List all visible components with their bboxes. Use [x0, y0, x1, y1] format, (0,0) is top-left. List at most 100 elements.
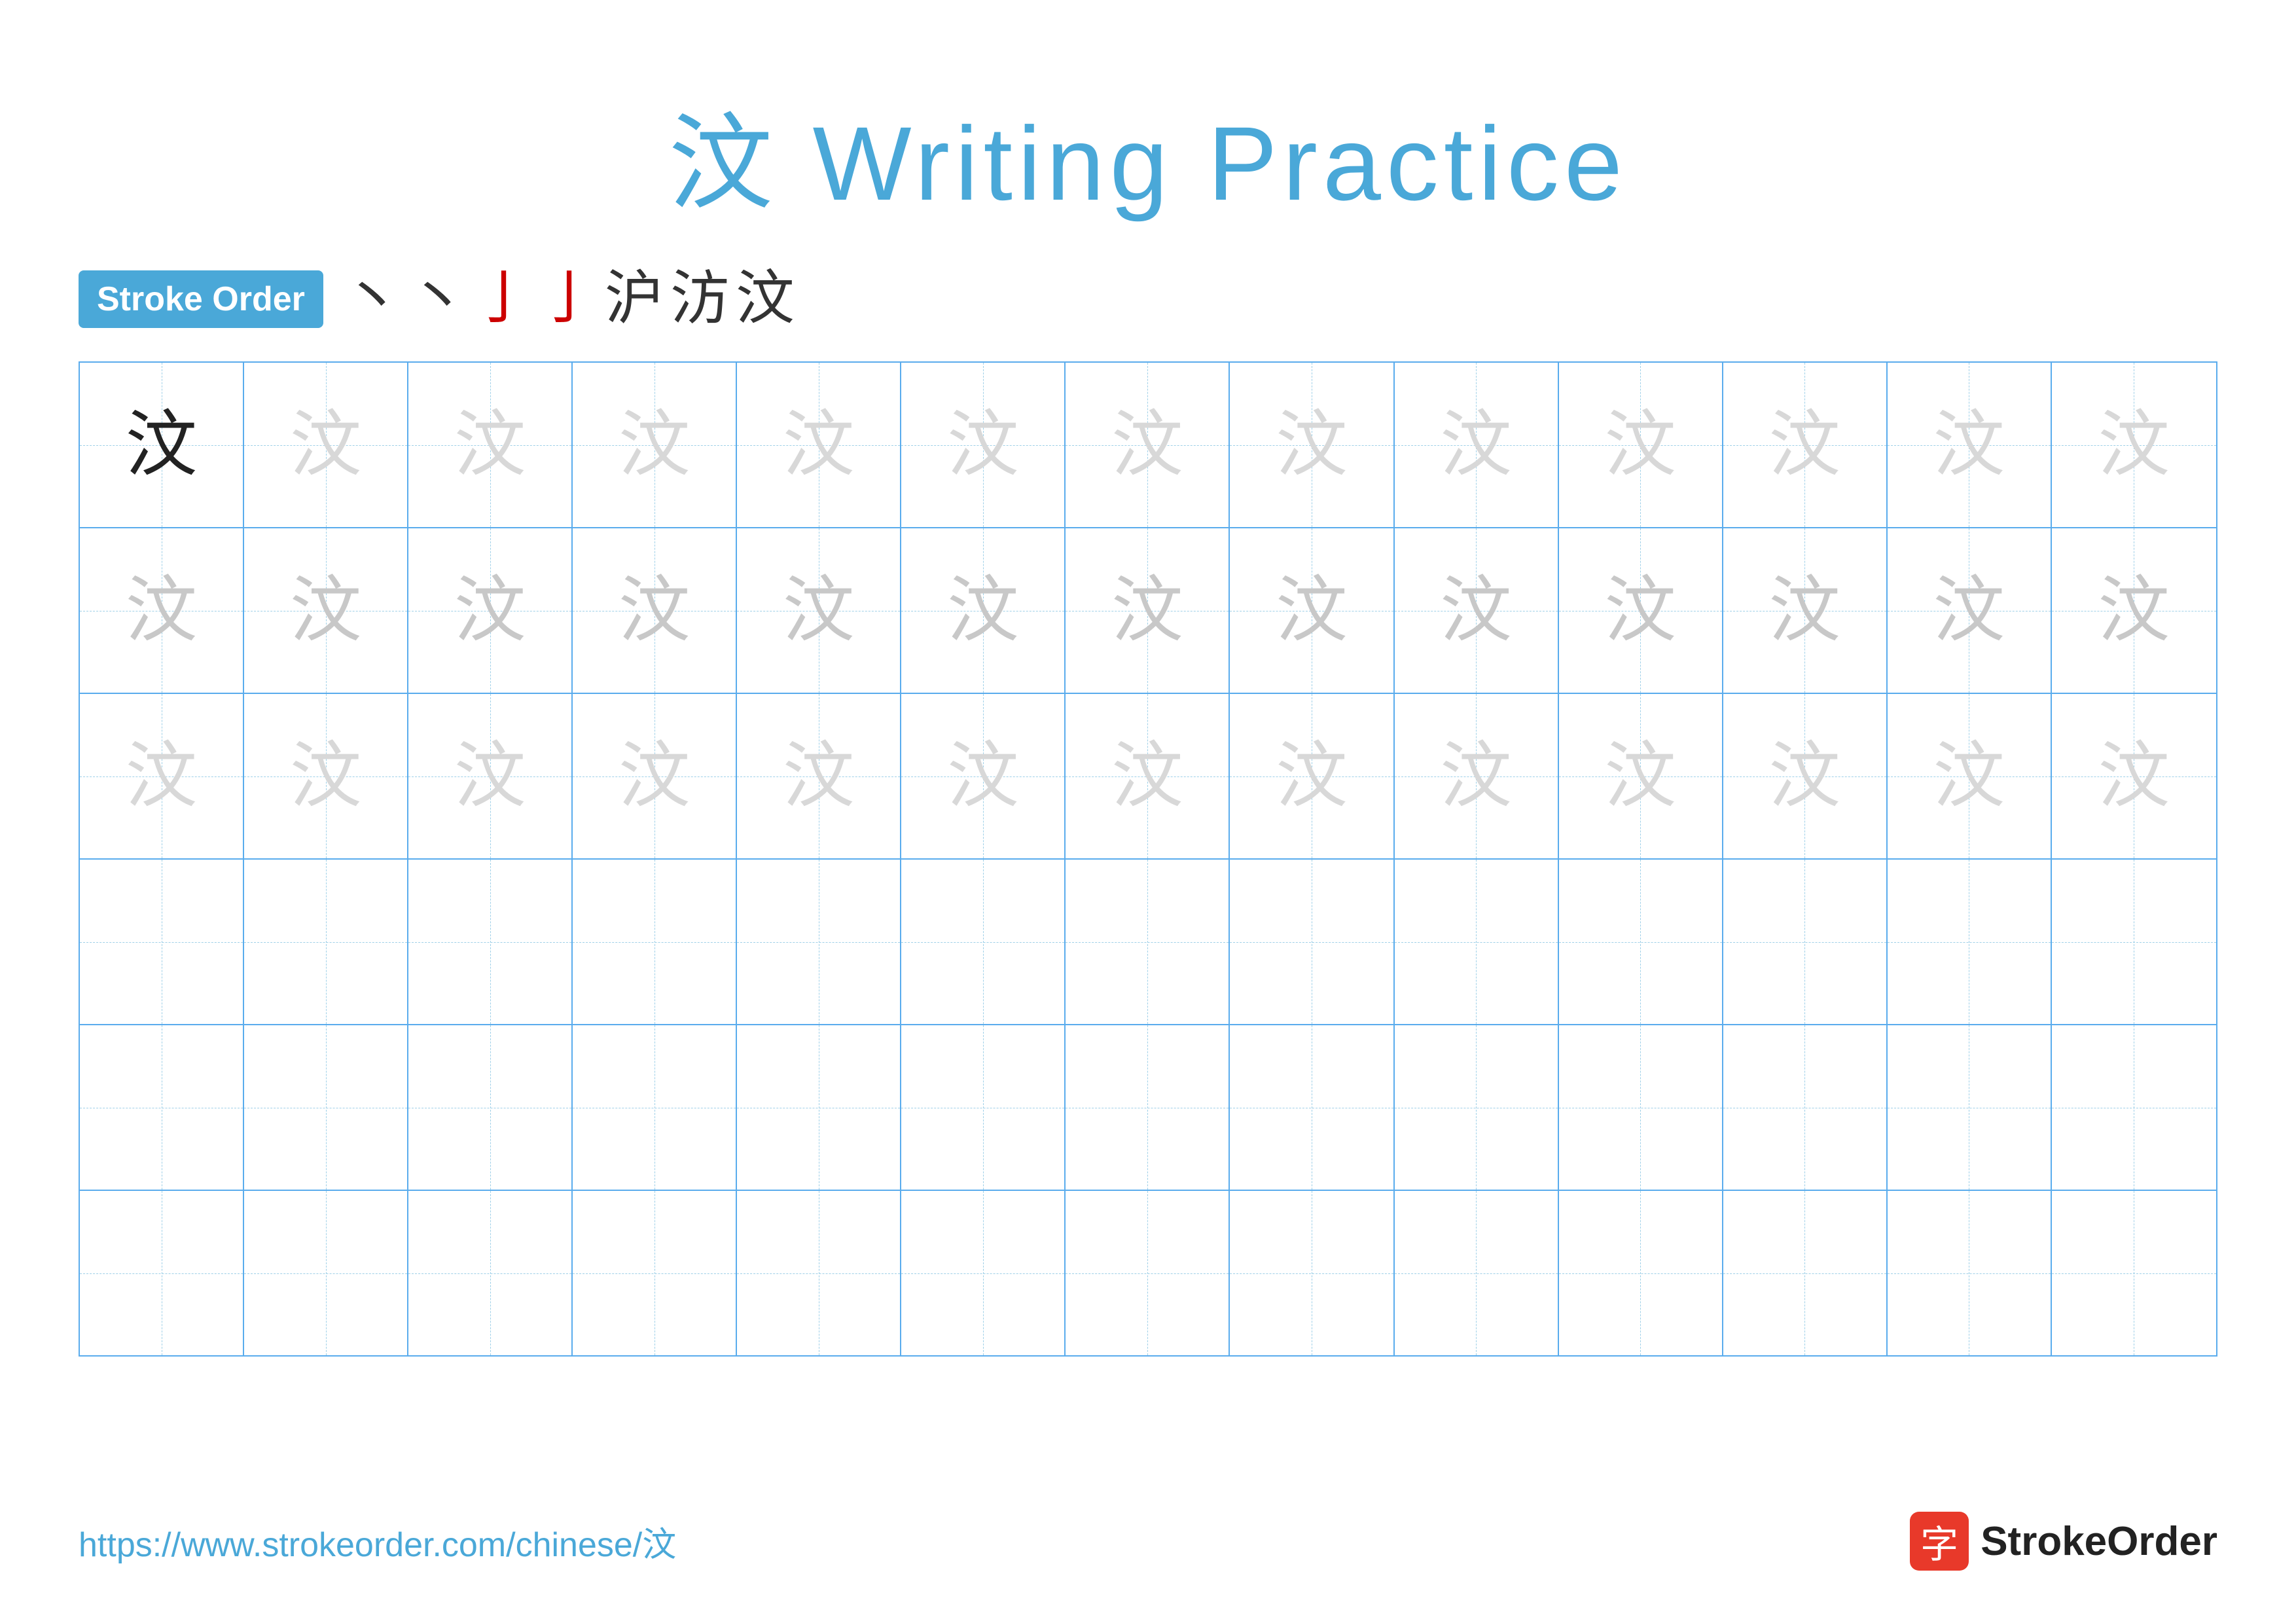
cell-5-12 [1888, 1025, 2052, 1190]
stroke-1: 丶 [343, 270, 402, 329]
char-1-2: 汶 [290, 409, 362, 481]
char-3-5: 汶 [783, 740, 855, 812]
char-3-4: 汶 [619, 740, 691, 812]
cell-6-12 [1888, 1191, 2052, 1355]
stroke-6: 汸 [670, 270, 729, 329]
footer: https://www.strokeorder.com/chinese/汶 字 … [79, 1512, 2217, 1571]
char-3-1: 汶 [126, 740, 198, 812]
cell-2-3: 汶 [408, 528, 573, 693]
cell-4-7 [1066, 860, 1230, 1024]
char-2-1: 汶 [126, 575, 198, 647]
cell-3-3: 汶 [408, 694, 573, 858]
cell-2-2: 汶 [244, 528, 408, 693]
cell-6-8 [1230, 1191, 1394, 1355]
title-area: 汶 Writing Practice [79, 79, 2217, 230]
cell-4-3 [408, 860, 573, 1024]
cell-2-4: 汶 [573, 528, 737, 693]
page-title: 汶 Writing Practice [79, 79, 2217, 230]
char-3-3: 汶 [454, 740, 526, 812]
grid-row-6 [80, 1191, 2216, 1355]
grid-row-3: 汶 汶 汶 汶 汶 汶 汶 汶 汶 [80, 694, 2216, 860]
char-2-2: 汶 [290, 575, 362, 647]
stroke-5: 沪 [605, 270, 664, 329]
cell-6-13 [2052, 1191, 2216, 1355]
cell-5-4 [573, 1025, 737, 1190]
char-3-9: 汶 [1440, 740, 1512, 812]
stroke-order-badge: Stroke Order [79, 270, 323, 328]
char-3-2: 汶 [290, 740, 362, 812]
char-3-10: 汶 [1604, 740, 1676, 812]
cell-3-13: 汶 [2052, 694, 2216, 858]
cell-2-1: 汶 [80, 528, 244, 693]
char-2-7: 汶 [1111, 575, 1183, 647]
cell-3-8: 汶 [1230, 694, 1394, 858]
cell-1-6: 汶 [901, 363, 1066, 527]
cell-3-10: 汶 [1559, 694, 1723, 858]
cell-6-6 [901, 1191, 1066, 1355]
char-3-6: 汶 [947, 740, 1019, 812]
char-2-8: 汶 [1276, 575, 1348, 647]
cell-5-1 [80, 1025, 244, 1190]
cell-4-2 [244, 860, 408, 1024]
cell-2-8: 汶 [1230, 528, 1394, 693]
cell-2-10: 汶 [1559, 528, 1723, 693]
char-2-5: 汶 [783, 575, 855, 647]
stroke-4: 亅 [539, 270, 598, 329]
cell-1-8: 汶 [1230, 363, 1394, 527]
char-1-7: 汶 [1111, 409, 1183, 481]
stroke-7: 汶 [736, 270, 795, 329]
char-2-6: 汶 [947, 575, 1019, 647]
char-2-13: 汶 [2098, 575, 2170, 647]
cell-4-10 [1559, 860, 1723, 1024]
cell-5-6 [901, 1025, 1066, 1190]
char-3-7: 汶 [1111, 740, 1183, 812]
char-3-11: 汶 [1768, 740, 1840, 812]
cell-4-11 [1723, 860, 1888, 1024]
char-1-10: 汶 [1604, 409, 1676, 481]
logo-name: StrokeOrder [1981, 1518, 2217, 1565]
stroke-2: 丶 [408, 270, 467, 329]
cell-1-13: 汶 [2052, 363, 2216, 527]
cell-4-6 [901, 860, 1066, 1024]
page: 汶 Writing Practice Stroke Order 丶 丶 亅 亅 … [0, 0, 2296, 1623]
cell-2-11: 汶 [1723, 528, 1888, 693]
cell-6-4 [573, 1191, 737, 1355]
cell-1-2: 汶 [244, 363, 408, 527]
cell-2-9: 汶 [1395, 528, 1559, 693]
cell-5-2 [244, 1025, 408, 1190]
char-2-9: 汶 [1440, 575, 1512, 647]
cell-6-7 [1066, 1191, 1230, 1355]
cell-4-13 [2052, 860, 2216, 1024]
char-2-12: 汶 [1933, 575, 2005, 647]
char-1-4: 汶 [619, 409, 691, 481]
cell-3-9: 汶 [1395, 694, 1559, 858]
cell-6-10 [1559, 1191, 1723, 1355]
cell-1-9: 汶 [1395, 363, 1559, 527]
grid-row-2: 汶 汶 汶 汶 汶 汶 汶 汶 汶 [80, 528, 2216, 694]
cell-1-4: 汶 [573, 363, 737, 527]
cell-4-8 [1230, 860, 1394, 1024]
char-2-11: 汶 [1768, 575, 1840, 647]
cell-4-4 [573, 860, 737, 1024]
char-1-3: 汶 [454, 409, 526, 481]
char-1-13: 汶 [2098, 409, 2170, 481]
cell-5-5 [737, 1025, 901, 1190]
grid-row-4 [80, 860, 2216, 1025]
practice-grid: 汶 汶 汶 汶 汶 汶 汶 汶 汶 [79, 361, 2217, 1357]
cell-1-3: 汶 [408, 363, 573, 527]
cell-2-12: 汶 [1888, 528, 2052, 693]
cell-2-5: 汶 [737, 528, 901, 693]
cell-5-3 [408, 1025, 573, 1190]
cell-5-10 [1559, 1025, 1723, 1190]
grid-row-1: 汶 汶 汶 汶 汶 汶 汶 汶 汶 [80, 363, 2216, 528]
grid-row-5 [80, 1025, 2216, 1191]
cell-3-6: 汶 [901, 694, 1066, 858]
cell-5-9 [1395, 1025, 1559, 1190]
char-3-13: 汶 [2098, 740, 2170, 812]
cell-5-13 [2052, 1025, 2216, 1190]
cell-6-9 [1395, 1191, 1559, 1355]
cell-1-10: 汶 [1559, 363, 1723, 527]
char-1-5: 汶 [783, 409, 855, 481]
footer-url: https://www.strokeorder.com/chinese/汶 [79, 1517, 676, 1566]
char-1-1: 汶 [126, 409, 198, 481]
